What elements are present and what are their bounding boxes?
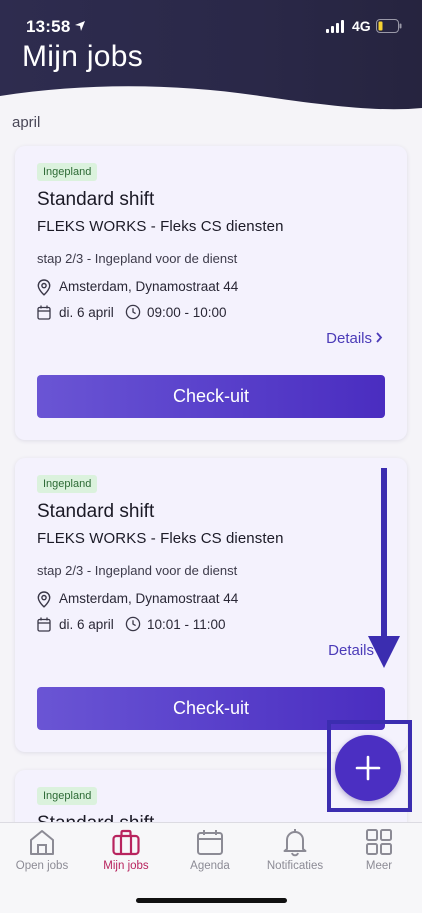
nav-agenda[interactable]: Agenda bbox=[168, 823, 252, 885]
nav-label: Meer bbox=[365, 860, 393, 872]
job-card[interactable]: Ingepland Standard shift FLEKS WORKS - F… bbox=[15, 146, 407, 440]
job-card[interactable]: Ingepland Standard shift FLEKS WORKS - F… bbox=[15, 458, 407, 752]
battery-icon bbox=[376, 19, 402, 38]
location-arrow-icon bbox=[74, 19, 86, 37]
clock-icon bbox=[125, 616, 141, 632]
job-step: stap 2/3 - Ingepland voor de dienst bbox=[37, 563, 238, 578]
nav-meer[interactable]: Meer bbox=[337, 823, 421, 885]
job-step: stap 2/3 - Ingepland voor de dienst bbox=[37, 251, 238, 266]
home-indicator[interactable] bbox=[136, 898, 287, 903]
map-pin-icon bbox=[37, 591, 51, 608]
job-time: 09:00 - 10:00 bbox=[147, 305, 227, 320]
network-type: 4G bbox=[352, 18, 371, 34]
bell-icon bbox=[283, 829, 307, 857]
calendar-icon bbox=[37, 305, 51, 320]
clock-icon bbox=[125, 304, 141, 320]
job-title: Standard shift bbox=[37, 189, 155, 210]
calendar-icon bbox=[37, 617, 51, 632]
check-out-button[interactable]: Check-uit bbox=[37, 375, 385, 418]
job-time: 10:01 - 11:00 bbox=[147, 617, 226, 632]
nav-label: Mijn jobs bbox=[103, 860, 149, 872]
annotation-highlight-box bbox=[327, 720, 412, 812]
page-title: Mijn jobs bbox=[22, 40, 144, 73]
nav-notificaties[interactable]: Notificaties bbox=[253, 823, 337, 885]
job-date: di. 6 april bbox=[59, 305, 114, 320]
status-badge: Ingepland bbox=[37, 787, 98, 805]
status-badge: Ingepland bbox=[37, 475, 98, 493]
date-time-row: di. 6 april 10:01 - 11:00 bbox=[37, 616, 357, 636]
nav-label: Agenda bbox=[190, 860, 230, 872]
details-label: Details bbox=[326, 330, 372, 347]
job-company: FLEKS WORKS - Fleks CS diensten bbox=[37, 530, 284, 547]
nav-mijn-jobs[interactable]: Mijn jobs bbox=[84, 823, 168, 885]
status-time: 13:58 bbox=[26, 17, 71, 36]
calendar-icon bbox=[197, 830, 223, 855]
chevron-right-icon bbox=[375, 330, 383, 347]
job-location: Amsterdam, Dynamostraat 44 bbox=[59, 279, 239, 294]
job-company: FLEKS WORKS - Fleks CS diensten bbox=[37, 218, 284, 235]
date-time-row: di. 6 april 09:00 - 10:00 bbox=[37, 304, 357, 324]
cellular-signal-icon bbox=[326, 20, 346, 38]
nav-label: Notificaties bbox=[266, 860, 324, 872]
status-bar: 13:58 4G bbox=[0, 14, 422, 40]
month-section-header: april bbox=[12, 114, 41, 131]
job-location: Amsterdam, Dynamostraat 44 bbox=[59, 591, 239, 606]
annotation-arrow-icon bbox=[368, 468, 400, 668]
briefcase-icon bbox=[112, 829, 140, 856]
details-link[interactable]: Details bbox=[326, 330, 383, 347]
app-header: 13:58 4G Mijn jobs bbox=[0, 0, 422, 118]
home-icon bbox=[30, 830, 54, 855]
nav-label: Open jobs bbox=[15, 860, 69, 872]
status-badge: Ingepland bbox=[37, 163, 98, 181]
nav-open-jobs[interactable]: Open jobs bbox=[0, 823, 84, 885]
job-title: Standard shift bbox=[37, 501, 155, 522]
grid-icon bbox=[366, 829, 392, 855]
job-date: di. 6 april bbox=[59, 617, 114, 632]
map-pin-icon bbox=[37, 279, 51, 296]
